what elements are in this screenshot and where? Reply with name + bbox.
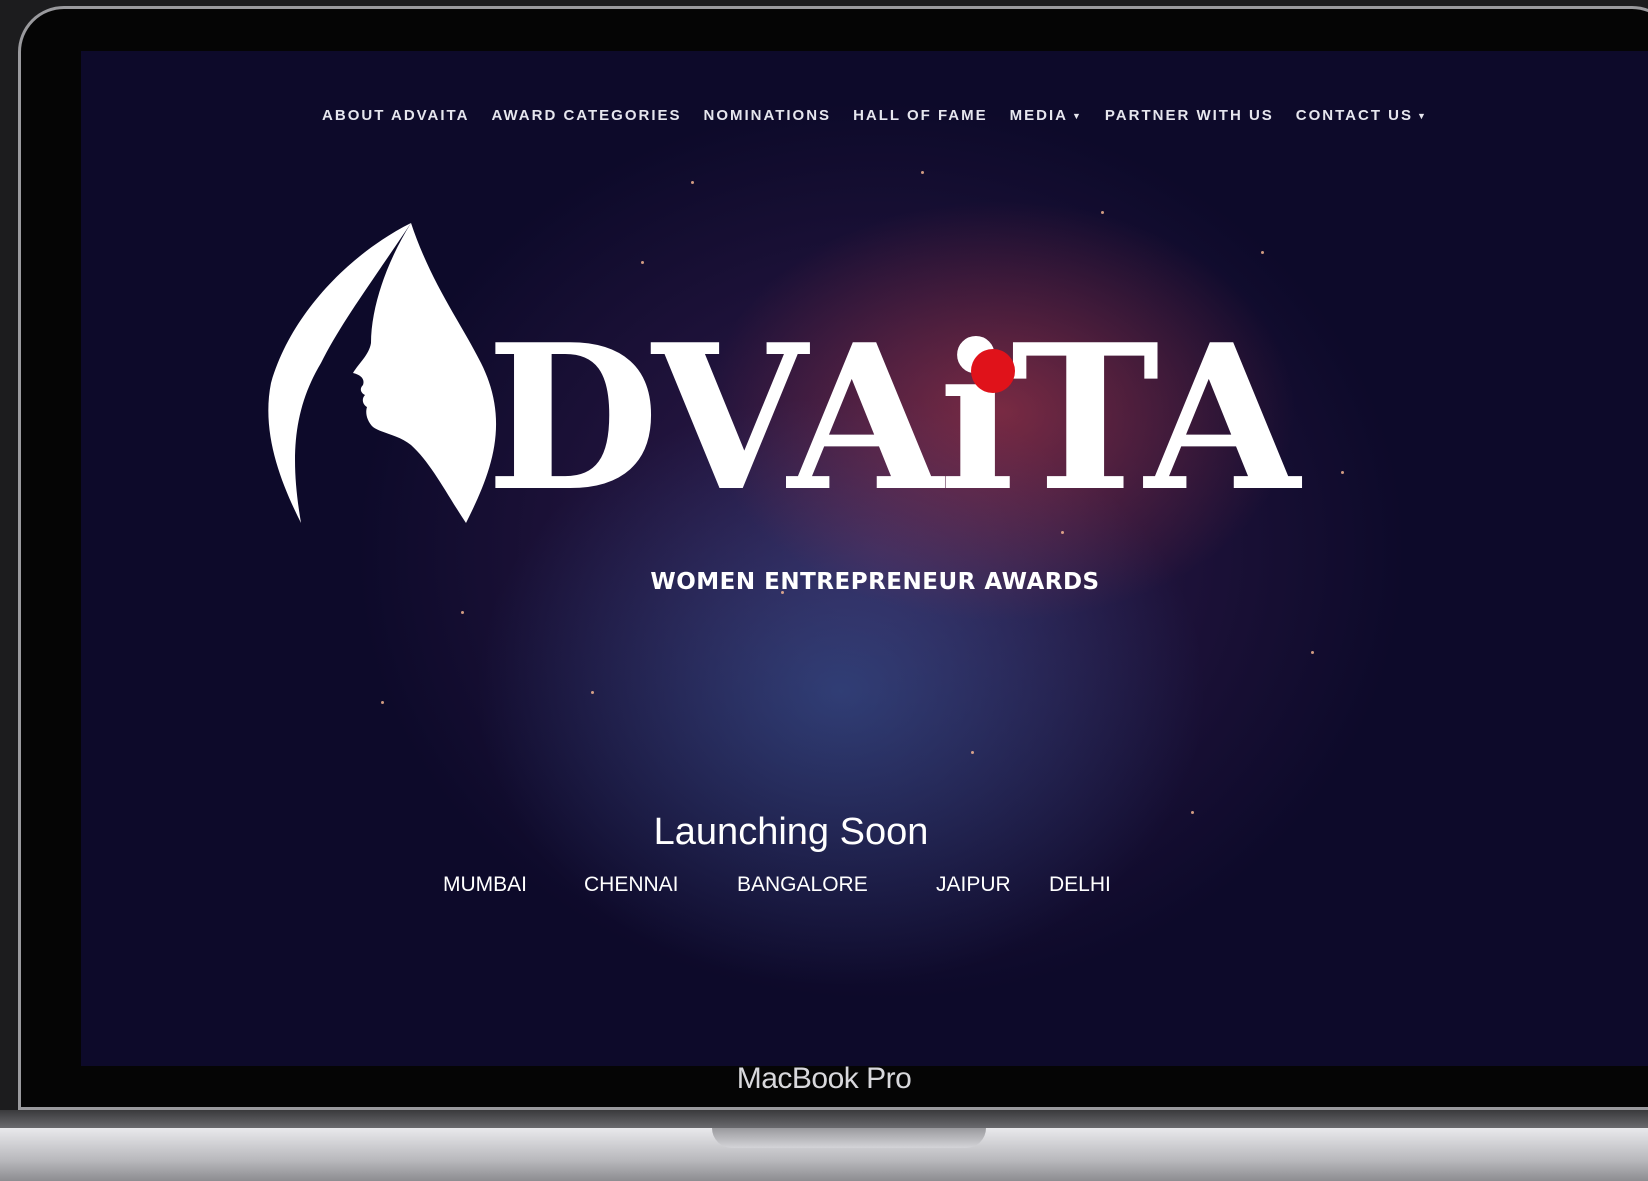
nav-contact-us-dropdown[interactable]: CONTACT US ▼: [1296, 107, 1428, 124]
nav-contact-us-label: CONTACT US: [1295, 107, 1414, 124]
laptop-notch: [712, 1128, 986, 1148]
launching-soon-heading: Launching Soon: [653, 811, 929, 853]
caret-down-icon: ▼: [1417, 110, 1428, 121]
advaita-logo-text: DVAiTA: [486, 301, 1300, 536]
city-mumbai[interactable]: MUMBAI: [443, 873, 527, 897]
city-chennai[interactable]: CHENNAI: [584, 873, 679, 897]
nav-media-dropdown[interactable]: MEDIA ▼: [1010, 107, 1083, 124]
nav-hall-of-fame-label: HALL OF FAME: [853, 107, 988, 124]
nav-award-categories-label: AWARD CATEGORIES: [491, 107, 682, 124]
nav-media-label: MEDIA: [1009, 107, 1068, 124]
city-bangalore[interactable]: BANGALORE: [737, 873, 868, 897]
nav-award-categories[interactable]: AWARD CATEGORIES: [491, 107, 681, 124]
nav-hall-of-fame[interactable]: HALL OF FAME: [853, 107, 988, 124]
nav-about-advaita[interactable]: ABOUT ADVAITA: [322, 107, 469, 124]
macbook-pro-label: MacBook Pro: [736, 1062, 912, 1095]
nav-nominations[interactable]: NOMINATIONS: [704, 107, 832, 124]
nav-nominations-label: NOMINATIONS: [703, 107, 832, 124]
logo-red-dot: [971, 349, 1015, 393]
website-screen: ABOUT ADVAITA AWARD CATEGORIES NOMINATIO…: [81, 51, 1648, 1066]
city-jaipur[interactable]: JAIPUR: [936, 873, 1011, 897]
nav-about-advaita-label: ABOUT ADVAITA: [322, 107, 470, 124]
caret-down-icon: ▼: [1071, 110, 1083, 121]
laptop-bezel: ABOUT ADVAITA AWARD CATEGORIES NOMINATIO…: [18, 6, 1648, 1110]
awards-subtitle: WOMEN ENTREPRENEUR AWARDS: [650, 569, 1100, 595]
nav-partner-with-us[interactable]: PARTNER WITH US: [1105, 107, 1274, 124]
nav-partner-with-us-label: PARTNER WITH US: [1104, 107, 1274, 124]
laptop-hinge: [0, 1110, 1648, 1128]
city-delhi[interactable]: DELHI: [1049, 873, 1111, 897]
main-navigation: ABOUT ADVAITA AWARD CATEGORIES NOMINATIO…: [81, 107, 1648, 124]
city-list: MUMBAI CHENNAI BANGALORE JAIPUR DELHI: [81, 873, 1648, 903]
